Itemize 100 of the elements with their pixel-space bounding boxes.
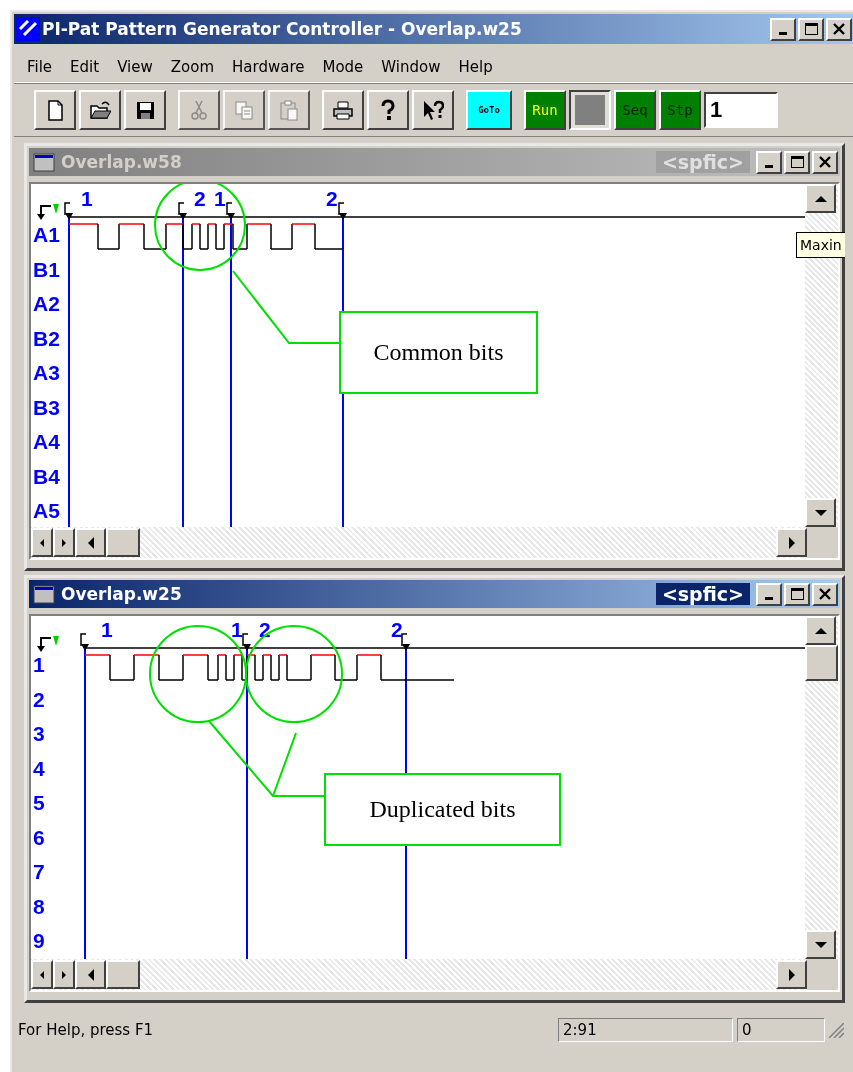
scroll-right-button[interactable] (776, 528, 807, 557)
scroll-thumb[interactable] (805, 645, 838, 681)
question-mark-button[interactable] (367, 90, 409, 130)
left-arrow-icon (87, 536, 94, 549)
close-button[interactable] (826, 17, 852, 41)
tooltip: Maxin (796, 232, 845, 258)
minimize-button[interactable] (770, 17, 796, 41)
status-position: 2:91 (558, 1018, 733, 1042)
scroll-down-button[interactable] (805, 498, 837, 527)
run-button[interactable]: Run (524, 90, 566, 130)
document-title: Overlap.w25 (61, 584, 182, 604)
channel-label: 8 (33, 894, 45, 918)
left-arrow-icon (40, 538, 44, 547)
channel-label: 7 (33, 860, 45, 883)
close-icon (819, 156, 831, 168)
marker-label: 2 (194, 187, 206, 210)
scissors-icon (188, 99, 210, 121)
pointer-question-icon (422, 99, 444, 121)
channel-label: A5 (33, 499, 60, 522)
toggle-button[interactable] (569, 90, 611, 130)
minimize-icon (765, 597, 773, 600)
maximize-button[interactable] (798, 17, 824, 41)
channel-label: 1 (33, 653, 45, 676)
channel-label: B1 (33, 257, 60, 281)
pointer-question-button[interactable] (412, 90, 454, 130)
menu-item[interactable]: Window (372, 58, 450, 76)
channel-label: 6 (33, 825, 45, 849)
number-field[interactable]: 1 (704, 92, 778, 128)
menu-item[interactable]: Hardware (223, 58, 314, 76)
minimize-button[interactable] (756, 582, 782, 606)
close-icon (819, 588, 831, 600)
menu-item[interactable]: File (18, 58, 62, 76)
right-arrow-icon (62, 538, 66, 547)
scroll-right-button[interactable] (776, 960, 807, 989)
copy-icon (233, 99, 255, 121)
marker-label: 2 (259, 618, 271, 641)
cursor-marker-icon (37, 204, 59, 220)
folder-icon (89, 99, 111, 121)
callout-label: Duplicated bits (324, 773, 561, 846)
size-box (807, 959, 838, 990)
page-button[interactable] (34, 90, 76, 130)
status-value: 0 (737, 1018, 825, 1042)
channel-label: A1 (33, 223, 60, 246)
close-icon (833, 23, 845, 35)
size-box (807, 527, 838, 558)
mode-tag: <spfic> (655, 151, 750, 173)
scroll-thumb[interactable] (106, 960, 140, 989)
up-arrow-icon (814, 627, 827, 634)
maximize-icon (804, 23, 818, 35)
down-arrow-icon (814, 509, 827, 516)
channel-label: 9 (33, 929, 45, 952)
maximize-button[interactable] (784, 582, 810, 606)
printer-icon (332, 99, 354, 121)
goto-button[interactable]: GoTo (466, 90, 512, 130)
maximize-icon (790, 156, 804, 168)
scroll-thumb[interactable] (106, 528, 140, 557)
channel-label: A2 (33, 292, 60, 315)
status-message: For Help, press F1 (18, 1021, 155, 1039)
next-marker-button[interactable] (53, 960, 75, 989)
channel-label: A4 (33, 430, 60, 453)
minimize-icon (779, 32, 787, 35)
marker-label: 1 (101, 618, 113, 641)
menu-item[interactable]: Help (449, 58, 502, 76)
up-arrow-icon (814, 195, 827, 202)
down-arrow-icon (814, 941, 827, 948)
marker-label: 1 (214, 187, 226, 210)
channel-label: 4 (33, 756, 45, 780)
right-arrow-icon (62, 970, 66, 979)
menu-item[interactable]: Zoom (161, 58, 224, 76)
window-icon (33, 583, 55, 605)
floppy-disk-button[interactable] (124, 90, 166, 130)
cursor-marker-icon (37, 636, 59, 652)
clipboard-icon (278, 99, 300, 121)
scroll-down-button[interactable] (805, 930, 837, 959)
channel-label: A3 (33, 361, 60, 384)
next-marker-button[interactable] (53, 528, 75, 557)
menu-item[interactable]: View (108, 58, 162, 76)
marker-label: 1 (231, 618, 243, 641)
window-icon (33, 151, 55, 173)
left-arrow-icon (87, 968, 94, 981)
maximize-icon (790, 588, 804, 600)
scroll-up-button[interactable] (805, 616, 837, 645)
marker-label: 2 (391, 618, 403, 641)
previous-marker-button[interactable] (31, 960, 53, 989)
channel-label: 3 (33, 722, 45, 745)
callout-label: Common bits (339, 311, 538, 394)
printer-button[interactable] (322, 90, 364, 130)
menu-item[interactable]: Mode (313, 58, 373, 76)
channel-label: B2 (33, 326, 60, 350)
previous-marker-button[interactable] (31, 528, 53, 557)
scroll-left-button[interactable] (75, 528, 106, 557)
folder-button[interactable] (79, 90, 121, 130)
scroll-left-button[interactable] (75, 960, 106, 989)
scroll-up-button[interactable] (805, 184, 837, 213)
menu-item[interactable]: Edit (61, 58, 109, 76)
channel-label: B3 (33, 395, 60, 419)
marker-label: 1 (81, 187, 93, 210)
marker-label: 2 (326, 187, 338, 210)
close-button[interactable] (812, 582, 838, 606)
channel-label: 2 (33, 687, 45, 711)
